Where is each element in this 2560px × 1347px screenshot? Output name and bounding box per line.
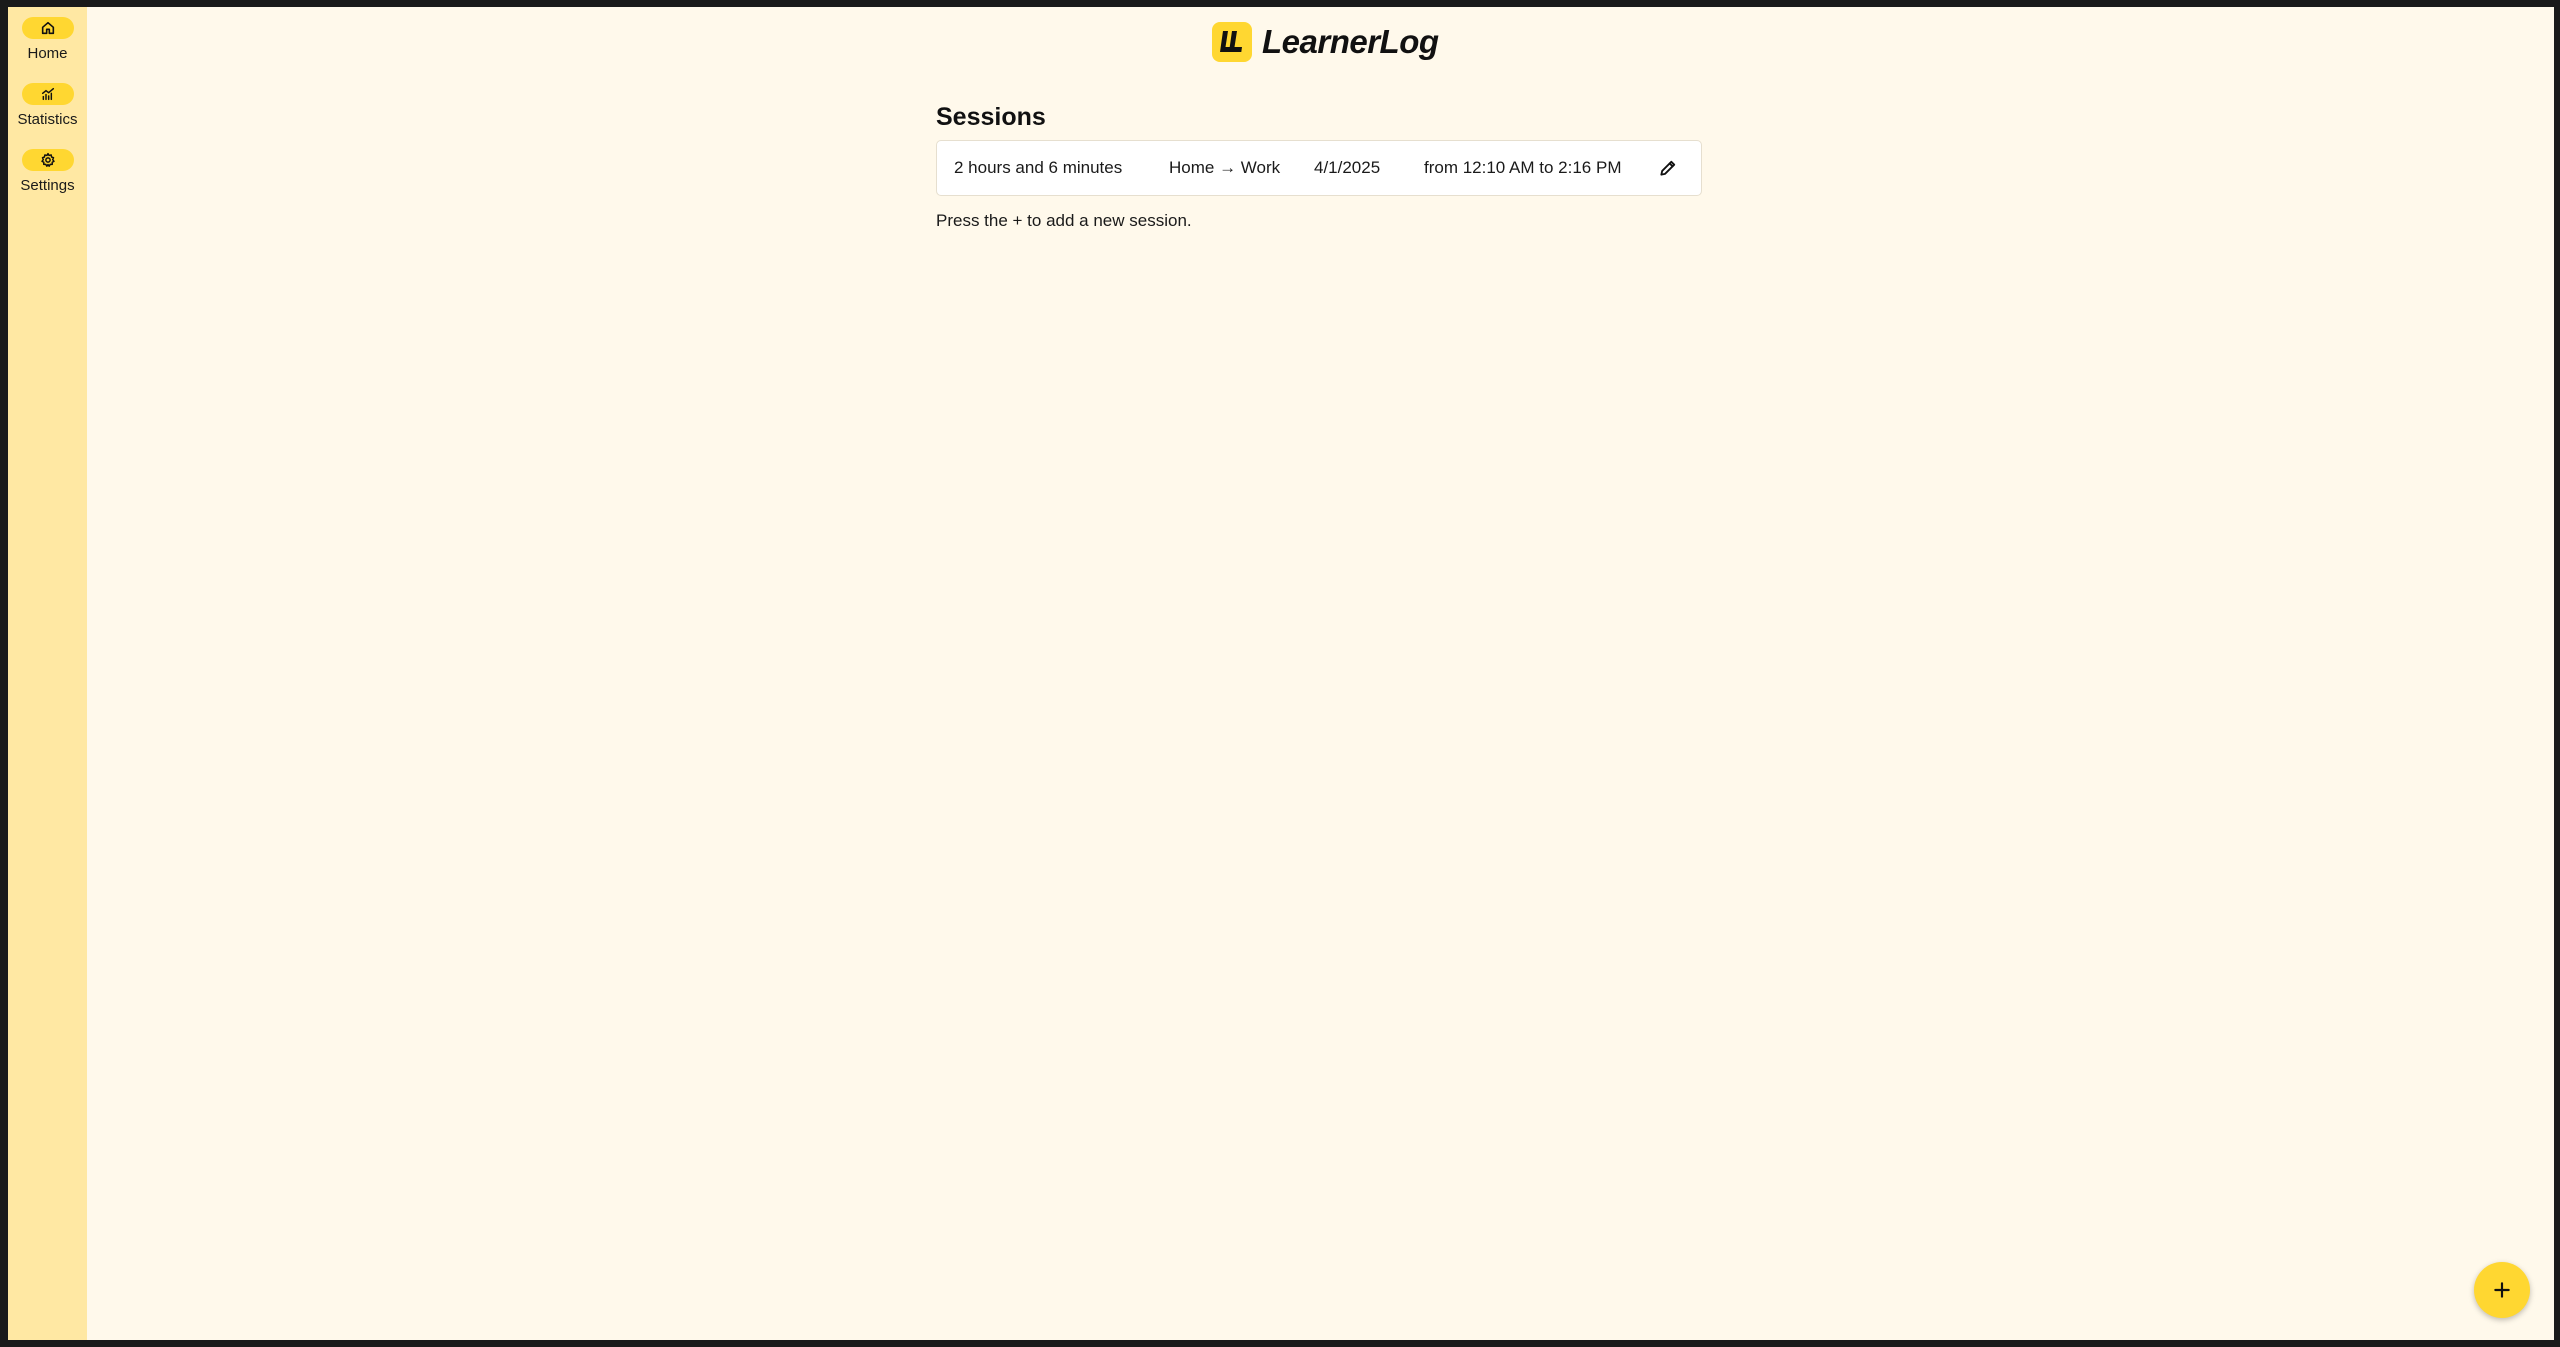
sidebar-item-label: Settings [20,177,75,194]
app-title: LearnerLog [1262,23,1439,60]
empty-hint-text: Press the + to add a new session. [936,211,1192,230]
sidebar: Home Statistics Settings [8,7,87,1340]
session-route: Home → Work [1169,158,1281,177]
session-time-range: from 12:10 AM to 2:16 PM [1424,158,1622,177]
main-content: LearnerLog Sessions 2 hours and 6 minute… [87,7,2554,1340]
page-title: Sessions [936,103,1046,131]
home-icon [41,21,54,35]
pencil-icon [1660,160,1676,176]
chart-icon-pill [21,83,74,105]
sidebar-item-statistics[interactable]: Statistics [8,83,87,128]
session-row[interactable]: 2 hours and 6 minutes Home → Work 4/1/20… [936,140,1702,196]
session-duration: 2 hours and 6 minutes [954,158,1123,177]
sidebar-item-label: Statistics [17,111,78,128]
app-logo: LearnerLog [1212,22,1439,62]
edit-session-button[interactable] [1655,155,1681,181]
home-icon-pill [21,17,74,39]
add-session-button[interactable] [2474,1262,2530,1318]
sidebar-item-settings[interactable]: Settings [8,149,87,194]
logo-letters-icon [1220,31,1242,52]
logo-icon [1212,22,1252,62]
plus-icon [2494,1282,2510,1298]
sidebar-item-home[interactable]: Home [8,17,87,62]
session-date: 4/1/2025 [1314,158,1381,177]
gear-icon-pill [21,149,74,171]
chart-icon [41,87,54,101]
gear-icon [40,152,55,167]
sidebar-item-label: Home [27,45,68,62]
app-window: Home Statistics Settings LearnerLog Sess… [8,7,2554,1340]
